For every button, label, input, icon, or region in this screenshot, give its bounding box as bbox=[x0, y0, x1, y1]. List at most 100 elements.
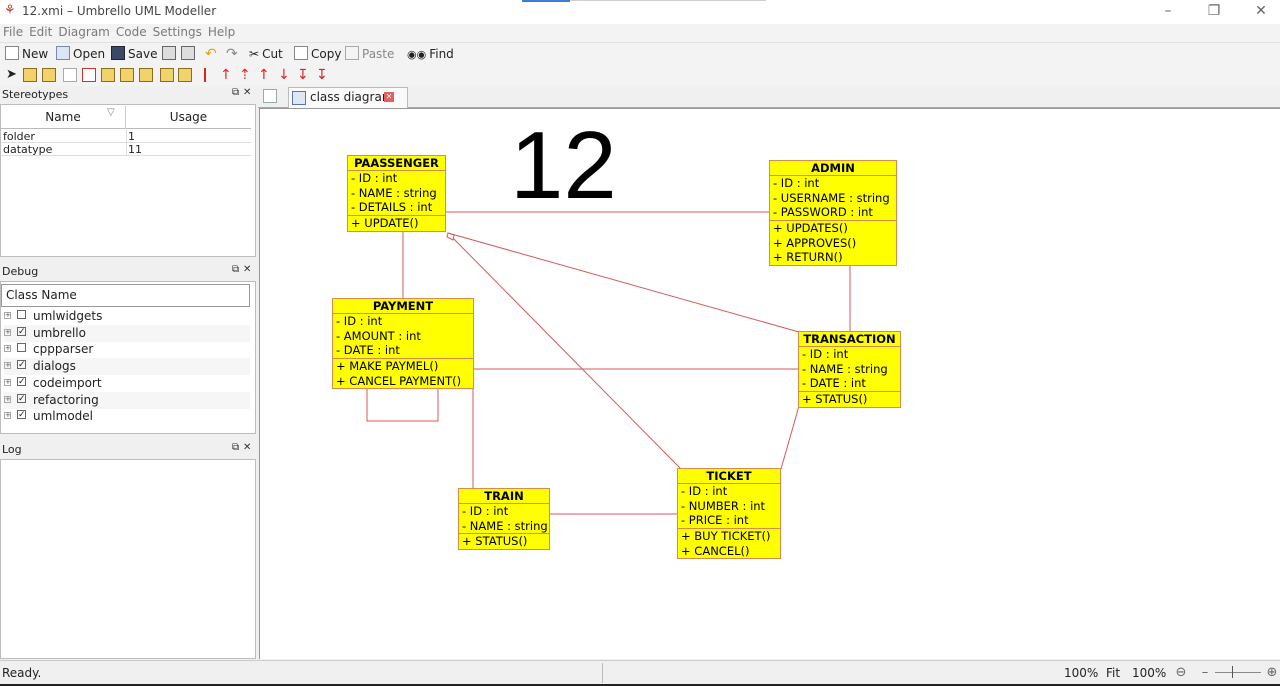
paste-button[interactable]: Paste bbox=[345, 45, 394, 63]
zoom-in-icon[interactable]: ⊕ bbox=[1263, 664, 1280, 682]
class-name: TRAIN bbox=[459, 489, 549, 504]
debug-item[interactable]: + ✓ dialogs bbox=[4, 358, 250, 376]
redo-button[interactable]: ↷ bbox=[226, 45, 238, 63]
menu-file[interactable]: File bbox=[0, 24, 26, 40]
col-usage-header[interactable]: Usage bbox=[126, 106, 251, 129]
attribute: - ID : int bbox=[773, 176, 820, 190]
save-button[interactable]: Save bbox=[111, 45, 157, 63]
open-button[interactable]: Open bbox=[56, 45, 105, 63]
menu-diagram[interactable]: Diagram bbox=[55, 24, 113, 40]
new-button[interactable]: New bbox=[5, 45, 48, 63]
zoom-slider[interactable] bbox=[1215, 672, 1261, 673]
zoom-minus-button[interactable]: – bbox=[1196, 664, 1214, 682]
menu-settings[interactable]: Settings bbox=[150, 24, 205, 40]
taskbar-accent-line bbox=[570, 0, 766, 1]
datatype-tool-icon[interactable] bbox=[120, 68, 134, 82]
class-train[interactable]: TRAIN - ID : int - NAME : string + STATU… bbox=[458, 488, 550, 551]
debug-checkbox[interactable]: ✓ bbox=[17, 360, 26, 370]
table-row[interactable]: folder 1 bbox=[1, 130, 251, 143]
diagram-canvas[interactable]: 12 PAASSENGER - ID : int - NAME : string… bbox=[259, 108, 1280, 659]
float-dock-icon[interactable]: ⧉ bbox=[232, 87, 239, 98]
status-bar: Ready. 100% Fit 100% ⊖ – ⊕ bbox=[0, 660, 1280, 684]
class-passenger[interactable]: PAASSENGER - ID : int - NAME : string - … bbox=[347, 155, 446, 232]
debug-item[interactable]: + ✓ umbrello bbox=[4, 324, 250, 342]
expand-icon[interactable]: + bbox=[4, 378, 11, 386]
close-window-button[interactable]: ✕ bbox=[1251, 2, 1271, 22]
debug-item-label: refactoring bbox=[33, 392, 99, 407]
association-arrow-icon[interactable]: ↓ bbox=[278, 67, 290, 83]
zoom-slider-handle[interactable] bbox=[1232, 666, 1233, 678]
copy-button[interactable]: Copy bbox=[294, 45, 341, 63]
entity-tool-icon[interactable] bbox=[160, 68, 174, 82]
debug-item[interactable]: + umlwidgets bbox=[4, 308, 250, 325]
minimize-button[interactable]: – bbox=[1158, 2, 1178, 22]
menu-help[interactable]: Help bbox=[205, 24, 238, 40]
debug-item[interactable]: + ✓ refactoring bbox=[4, 391, 250, 409]
menu-edit[interactable]: Edit bbox=[26, 24, 55, 40]
attribute: - NAME : string bbox=[802, 361, 888, 376]
expand-icon[interactable]: + bbox=[4, 412, 11, 420]
debug-checkbox[interactable]: ✓ bbox=[17, 393, 26, 403]
class-ticket[interactable]: TICKET - ID : int - NUMBER : int - PRICE… bbox=[677, 468, 781, 560]
class-name: TICKET bbox=[678, 469, 780, 484]
dependency-arrow-icon[interactable]: ↑ bbox=[258, 67, 270, 83]
expand-icon[interactable]: + bbox=[4, 395, 11, 403]
close-tab-icon[interactable]: ✕ bbox=[384, 92, 394, 102]
debug-checkbox[interactable] bbox=[17, 310, 26, 319]
expand-icon[interactable]: + bbox=[4, 345, 11, 353]
zoom-out-icon[interactable]: ⊖ bbox=[1172, 664, 1190, 682]
class-payment[interactable]: PAYMENT - ID : int - AMOUNT : int - DATE… bbox=[332, 298, 474, 390]
debug-checkbox[interactable]: ✓ bbox=[17, 376, 26, 386]
class-tool-icon[interactable] bbox=[23, 68, 37, 82]
operation: + CANCEL PAYMENT() bbox=[336, 373, 462, 388]
debug-item[interactable]: + ✓ codeimport bbox=[4, 375, 250, 392]
close-dock-icon[interactable]: ✕ bbox=[243, 264, 251, 275]
print-preview-button[interactable] bbox=[181, 45, 198, 63]
float-dock-icon[interactable]: ⧉ bbox=[232, 442, 239, 453]
debug-item[interactable]: + ✓ umlmodel bbox=[4, 408, 250, 425]
copy-icon bbox=[294, 46, 308, 60]
find-button[interactable]: ◉◉ Find bbox=[407, 45, 454, 63]
debug-checkbox[interactable] bbox=[17, 343, 26, 353]
table-row[interactable]: datatype 11 bbox=[1, 143, 251, 156]
generalization-arrow-icon[interactable]: ↑ bbox=[220, 67, 232, 83]
close-dock-icon[interactable]: ✕ bbox=[243, 442, 251, 453]
restore-button[interactable]: ❐ bbox=[1204, 2, 1224, 22]
undo-button[interactable]: ↶ bbox=[205, 45, 217, 63]
expand-icon[interactable]: + bbox=[4, 362, 11, 370]
class-transaction[interactable]: TRANSACTION - ID : int - NAME : string -… bbox=[798, 331, 901, 408]
new-tab-icon[interactable] bbox=[263, 89, 277, 103]
interface-tool-icon[interactable] bbox=[101, 68, 115, 82]
cut-button[interactable]: ✂ Cut bbox=[249, 45, 283, 63]
menu-code[interactable]: Code bbox=[113, 24, 150, 40]
class-admin[interactable]: ADMIN - ID : int - USERNAME : string - P… bbox=[769, 160, 897, 267]
fit-button[interactable]: Fit bbox=[1106, 666, 1120, 680]
zoom-reset-button[interactable]: 100% bbox=[1132, 666, 1166, 680]
print-button[interactable] bbox=[162, 45, 179, 63]
diagram-tab-bar: class diagram ✕ bbox=[258, 86, 1280, 108]
debug-class-header[interactable]: Class Name bbox=[1, 284, 250, 307]
close-dock-icon[interactable]: ✕ bbox=[243, 87, 251, 98]
expand-icon[interactable]: + bbox=[4, 328, 11, 336]
operation: + BUY TICKET() bbox=[681, 529, 771, 544]
package-tool-icon[interactable] bbox=[42, 68, 56, 82]
attribute: - ID : int bbox=[462, 504, 509, 518]
debug-item-label: umbrello bbox=[33, 325, 86, 340]
note-tool-icon[interactable] bbox=[63, 68, 77, 82]
select-arrow-icon[interactable]: ➤ bbox=[6, 68, 20, 82]
containment-arrow-icon[interactable]: ↧ bbox=[316, 67, 328, 83]
expand-icon[interactable]: + bbox=[4, 312, 11, 319]
operation: + CANCEL() bbox=[681, 543, 750, 558]
aggregation-arrow-icon[interactable]: ⇡ bbox=[239, 67, 251, 83]
enum-tool-icon[interactable] bbox=[139, 68, 153, 82]
debug-checkbox[interactable]: ✓ bbox=[17, 410, 26, 420]
stereotypes-dock-header: Stereotypes ⧉ ✕ bbox=[0, 87, 256, 103]
directional-association-icon[interactable]: ↧ bbox=[297, 67, 309, 83]
float-dock-icon[interactable]: ⧉ bbox=[232, 264, 239, 275]
tab-class-diagram[interactable]: class diagram ✕ bbox=[288, 87, 408, 108]
box-tool-icon[interactable] bbox=[82, 68, 96, 82]
debug-checkbox[interactable]: ✓ bbox=[17, 326, 26, 336]
log-panel[interactable] bbox=[0, 459, 256, 659]
debug-item[interactable]: + cppparser bbox=[4, 341, 250, 358]
template-tool-icon[interactable] bbox=[178, 68, 192, 82]
